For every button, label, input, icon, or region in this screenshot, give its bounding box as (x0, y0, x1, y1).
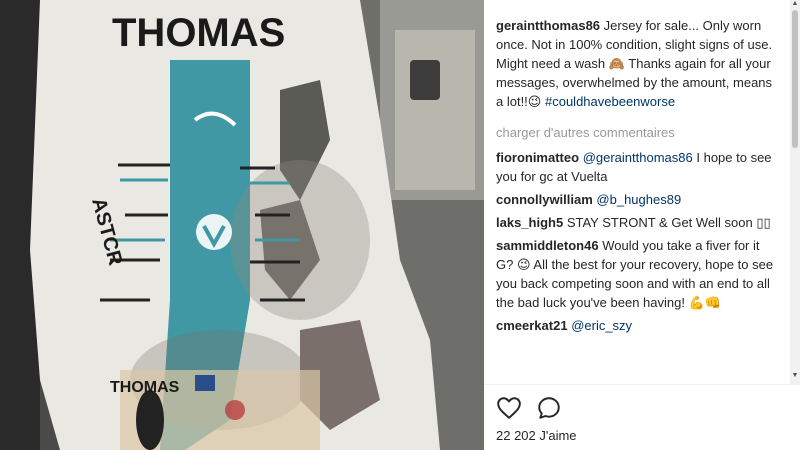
caption-hashtag[interactable]: #couldhavebeenworse (545, 94, 675, 109)
comment-mention[interactable]: @b_hughes89 (596, 192, 681, 207)
comments-list[interactable]: geraintthomas86 Jersey for sale... Only … (496, 16, 778, 384)
comment-item: cmeerkat21 @eric_szy (496, 316, 778, 335)
comment-item: laks_high5 STAY STRONT & Get Well soon ▯… (496, 213, 778, 232)
comment-text: STAY STRONT & Get Well soon ▯▯ (566, 215, 771, 230)
post-side-panel: geraintthomas86 Jersey for sale... Only … (484, 0, 800, 450)
comment-item: sammiddleton46 Would you take a fiver fo… (496, 236, 778, 312)
comment-item: fioronimatteo @geraintthomas86 I hope to… (496, 148, 778, 186)
comment-username[interactable]: laks_high5 (496, 215, 563, 230)
load-more-comments-button[interactable]: charger d'autres commentaires (496, 123, 778, 142)
post-photo[interactable]: THOMAS THOMAS ASTCR (0, 0, 484, 450)
comment-username[interactable]: cmeerkat21 (496, 318, 568, 333)
post-caption: geraintthomas86 Jersey for sale... Only … (496, 16, 778, 111)
comment-item: connollywilliam @b_hughes89 (496, 190, 778, 209)
post-actions (496, 395, 562, 421)
comment-username[interactable]: connollywilliam (496, 192, 593, 207)
comments-scrollbar[interactable]: ▲ ▼ (790, 0, 800, 384)
comment-mention[interactable]: @geraintthomas86 (583, 150, 693, 165)
caption-username[interactable]: geraintthomas86 (496, 18, 600, 33)
jersey-print-bottom: THOMAS (110, 379, 180, 396)
panel-divider (484, 384, 800, 385)
scroll-down-icon[interactable]: ▼ (791, 372, 799, 380)
like-button[interactable] (496, 395, 522, 421)
scrollbar-thumb[interactable] (792, 10, 798, 148)
comment-username[interactable]: sammiddleton46 (496, 238, 599, 253)
comment-mention[interactable]: @eric_szy (571, 318, 632, 333)
comment-button[interactable] (536, 395, 562, 421)
heart-icon (497, 397, 521, 419)
comment-username[interactable]: fioronimatteo (496, 150, 579, 165)
comment-bubble-icon (538, 397, 560, 419)
scroll-up-icon[interactable]: ▲ (791, 0, 799, 8)
likes-count[interactable]: 22 202 J'aime (496, 428, 577, 443)
torn-jersey-image: THOMAS THOMAS ASTCR (0, 0, 484, 450)
jersey-print-top: THOMAS (112, 11, 285, 55)
